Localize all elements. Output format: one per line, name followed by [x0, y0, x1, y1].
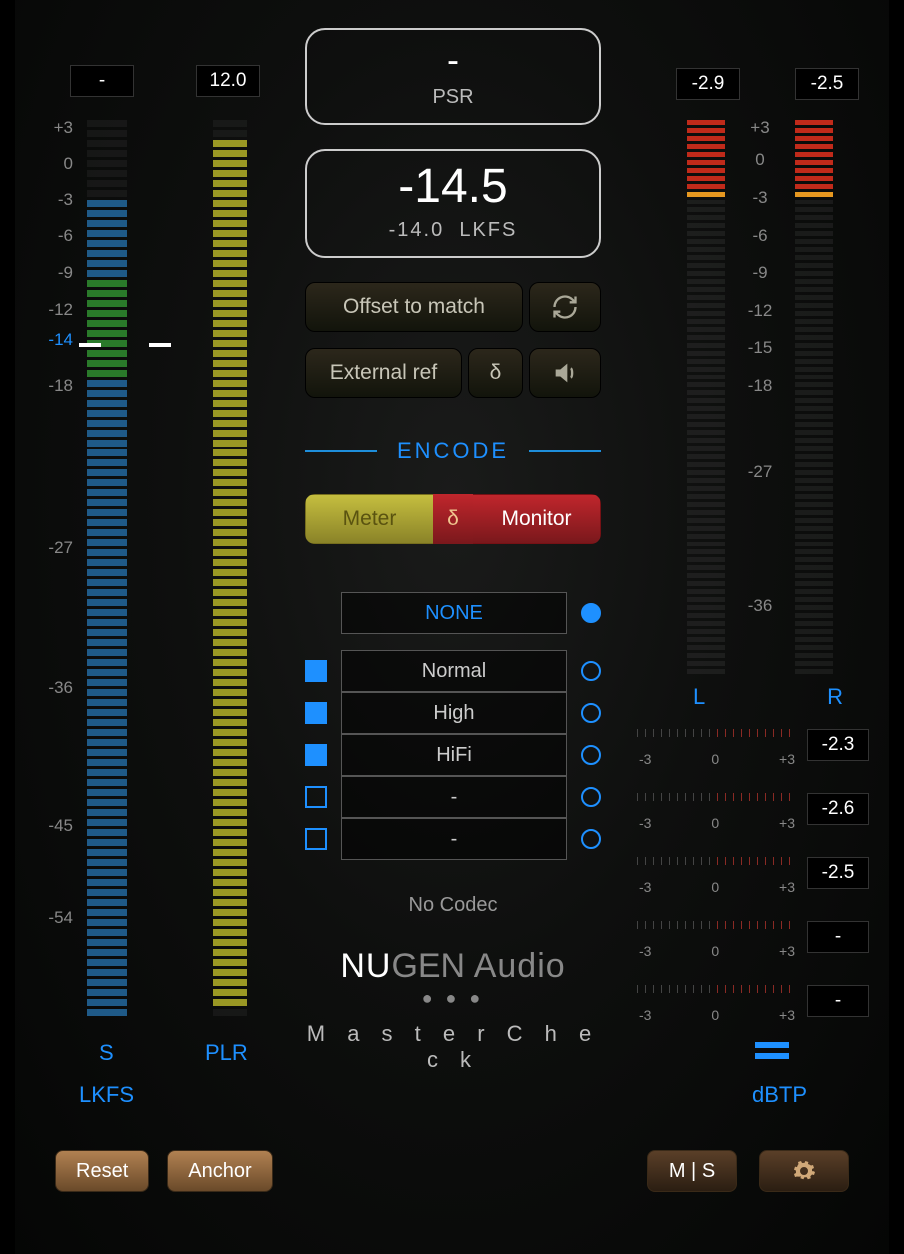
scale-tick: +3 — [33, 118, 73, 138]
scale-tick: -6 — [740, 226, 780, 246]
codec-enable-3[interactable] — [305, 786, 327, 808]
scale-tick: -27 — [33, 538, 73, 558]
reset-button[interactable]: Reset — [55, 1150, 149, 1192]
psr-box[interactable]: - PSR — [305, 28, 601, 125]
codec-select-0[interactable] — [581, 661, 601, 681]
dbtp-meter-l — [687, 118, 725, 674]
product-name: M a s t e r C h e c k — [305, 1021, 601, 1073]
scale-tick: 0 — [33, 154, 73, 174]
codec-select-1[interactable] — [581, 703, 601, 723]
plr-meter — [213, 118, 247, 1018]
codec-select-3[interactable] — [581, 787, 601, 807]
encode-meter-toggle[interactable]: Meter — [305, 494, 433, 544]
scale-tick: -3 — [740, 188, 780, 208]
dbtp-unit-label: dBTP — [752, 1082, 807, 1108]
plr-label: PLR — [205, 1040, 248, 1066]
scale-tick: -12 — [33, 300, 73, 320]
scale-tick: -3 — [33, 190, 73, 210]
page-dots[interactable]: ● ● ● — [305, 988, 601, 1009]
dbtp-r-readout[interactable]: -2.5 — [795, 68, 859, 100]
codec-enable-0[interactable] — [305, 660, 327, 682]
codec-none-radio[interactable] — [581, 603, 601, 623]
scale-tick: -14 — [33, 330, 73, 350]
scale-tick: -27 — [740, 462, 780, 482]
lkfs-sublabel: -14.0 LKFS — [307, 219, 599, 242]
scale-tick: -36 — [33, 678, 73, 698]
external-ref-button[interactable]: External ref — [305, 348, 462, 398]
offset-to-match-button[interactable]: Offset to match — [305, 282, 523, 332]
plr-readout[interactable]: 12.0 — [196, 65, 260, 97]
scale-tick: 0 — [740, 150, 780, 170]
lkfs-label: LKFS — [79, 1082, 134, 1108]
gear-icon — [792, 1159, 816, 1183]
refresh-icon — [551, 293, 579, 321]
brand: NUGEN Audio ● ● ● M a s t e r C h e c k — [305, 947, 601, 1073]
scale-tick: -12 — [740, 301, 780, 321]
dbtp-l-readout[interactable]: -2.9 — [676, 68, 740, 100]
scale-tick: -18 — [33, 376, 73, 396]
lkfs-value: -14.5 — [307, 161, 599, 213]
scale-tick: -6 — [33, 226, 73, 246]
psr-value: - — [307, 40, 599, 80]
scale-tick: -9 — [740, 263, 780, 283]
l-label: L — [693, 684, 705, 710]
mini-value-0[interactable]: -2.3 — [807, 729, 869, 761]
r-label: R — [827, 684, 843, 710]
scale-tick: -15 — [740, 338, 780, 358]
scale-tick: -54 — [33, 908, 73, 928]
codec-enable-2[interactable] — [305, 744, 327, 766]
encode-delta-toggle[interactable]: δ — [433, 494, 473, 544]
codec-slot-2[interactable]: HiFi — [341, 734, 567, 776]
mini-value-2[interactable]: -2.5 — [807, 857, 869, 889]
mini-value-4[interactable]: - — [807, 985, 869, 1017]
mini-meter-3: -30+3 — [637, 915, 797, 959]
mini-value-1[interactable]: -2.6 — [807, 793, 869, 825]
refresh-button[interactable] — [529, 282, 601, 332]
codec-slot-3[interactable]: - — [341, 776, 567, 818]
s-readout[interactable]: - — [70, 65, 134, 97]
codec-none[interactable]: NONE — [341, 592, 567, 634]
codec-select-4[interactable] — [581, 829, 601, 849]
codec-enable-4[interactable] — [305, 828, 327, 850]
codec-slot-0[interactable]: Normal — [341, 650, 567, 692]
encode-monitor-toggle[interactable]: Monitor — [473, 494, 601, 544]
s-meter — [87, 118, 127, 1018]
mini-meter-2: -30+3 — [637, 851, 797, 895]
lkfs-scale: +3 0 -3 -6 -9 -12 -14 -18 -27 -36 -45 -54 — [33, 118, 77, 1018]
scale-tick: -18 — [740, 376, 780, 396]
mini-meter-1: -30+3 — [637, 787, 797, 831]
target-marker — [79, 343, 171, 347]
scale-tick: -45 — [33, 816, 73, 836]
psr-sublabel: PSR — [307, 86, 599, 109]
scale-tick: -9 — [33, 263, 73, 283]
codec-slot-4[interactable]: - — [341, 818, 567, 860]
mini-meter-4: -30+3 — [637, 979, 797, 1023]
scale-tick: +3 — [740, 118, 780, 138]
scale-tick: -36 — [740, 596, 780, 616]
codec-enable-1[interactable] — [305, 702, 327, 724]
codec-slot-1[interactable]: High — [341, 692, 567, 734]
codec-select-2[interactable] — [581, 745, 601, 765]
monitor-audio-button[interactable] — [529, 348, 601, 398]
link-channels-icon[interactable] — [755, 1040, 789, 1067]
lkfs-box[interactable]: -14.5 -14.0 LKFS — [305, 149, 601, 258]
settings-button[interactable] — [759, 1150, 849, 1192]
delta-button[interactable]: δ — [468, 348, 523, 398]
s-label: S — [99, 1040, 114, 1066]
codec-status: No Codec — [305, 894, 601, 917]
ms-button[interactable]: M | S — [647, 1150, 737, 1192]
mini-meter-0: -30+3 — [637, 723, 797, 767]
dbtp-meter-r — [795, 118, 833, 674]
encode-header: ENCODE — [305, 438, 601, 464]
mini-value-3[interactable]: - — [807, 921, 869, 953]
anchor-button[interactable]: Anchor — [167, 1150, 272, 1192]
speaker-icon — [551, 359, 579, 387]
